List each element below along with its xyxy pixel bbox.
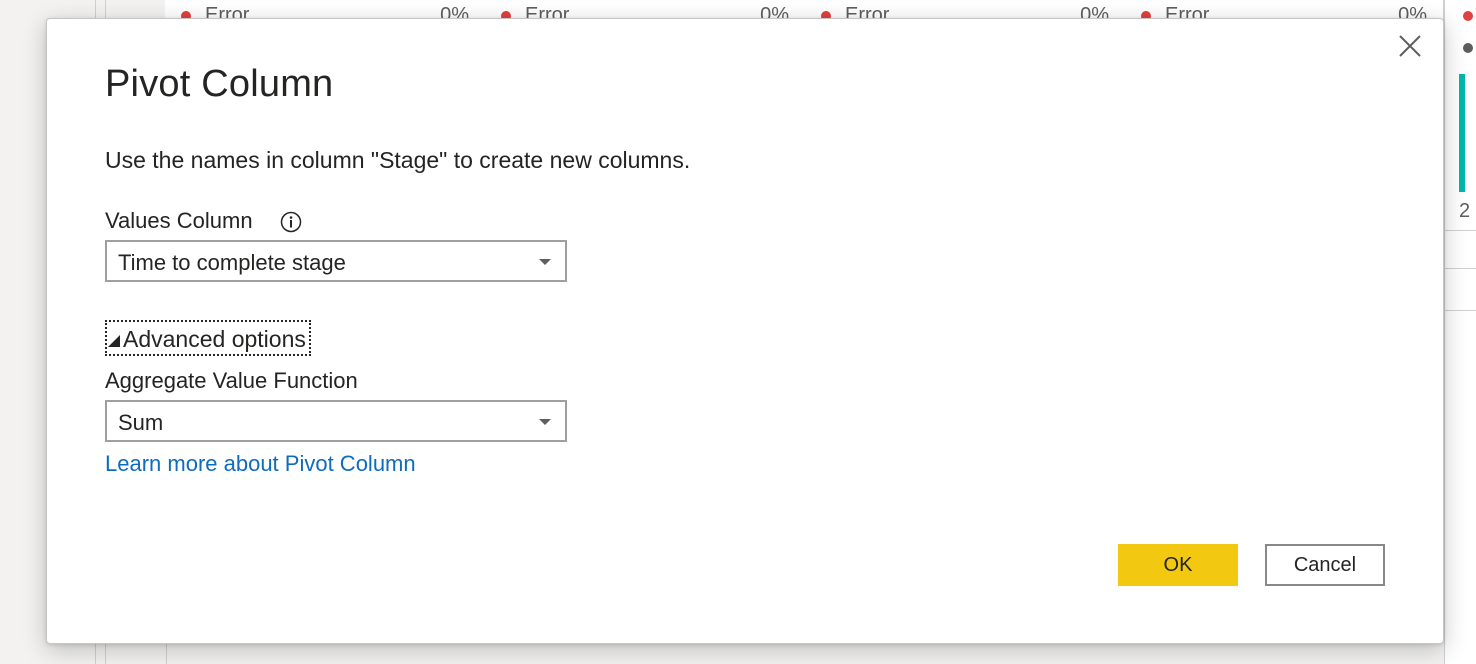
info-icon[interactable] xyxy=(280,211,302,233)
close-icon xyxy=(1399,35,1421,57)
advanced-options-toggle[interactable]: Advanced options xyxy=(105,320,311,356)
divider xyxy=(1445,268,1476,269)
dialog-description: Use the names in column "Stage" to creat… xyxy=(105,147,691,173)
aggregate-function-label: Aggregate Value Function xyxy=(105,368,358,393)
values-column-dropdown[interactable]: Time to complete stage xyxy=(105,240,567,282)
cancel-button[interactable]: Cancel xyxy=(1265,544,1385,586)
empty-dot-icon xyxy=(1463,43,1473,53)
divider xyxy=(1445,230,1476,231)
divider xyxy=(1445,310,1476,311)
aggregate-function-dropdown[interactable]: Sum xyxy=(105,400,567,442)
valid-bar xyxy=(1459,74,1465,192)
chevron-down-icon xyxy=(539,419,551,425)
pivot-column-dialog: Pivot Column Use the names in column "St… xyxy=(46,18,1444,644)
chevron-down-icon xyxy=(539,259,551,265)
distinct-count: 2 xyxy=(1459,200,1471,222)
dialog-title: Pivot Column xyxy=(105,63,334,105)
expand-triangle-icon xyxy=(108,335,120,347)
close-button[interactable] xyxy=(1395,31,1425,61)
advanced-options-label: Advanced options xyxy=(123,326,306,352)
background-right-column: 2 xyxy=(1444,0,1476,664)
learn-more-link[interactable]: Learn more about Pivot Column xyxy=(105,451,416,477)
error-dot-icon xyxy=(1463,11,1473,21)
values-column-selected: Time to complete stage xyxy=(118,250,346,275)
ok-button[interactable]: OK xyxy=(1118,544,1238,586)
aggregate-function-selected: Sum xyxy=(118,410,164,435)
values-column-label: Values Column xyxy=(105,208,253,233)
